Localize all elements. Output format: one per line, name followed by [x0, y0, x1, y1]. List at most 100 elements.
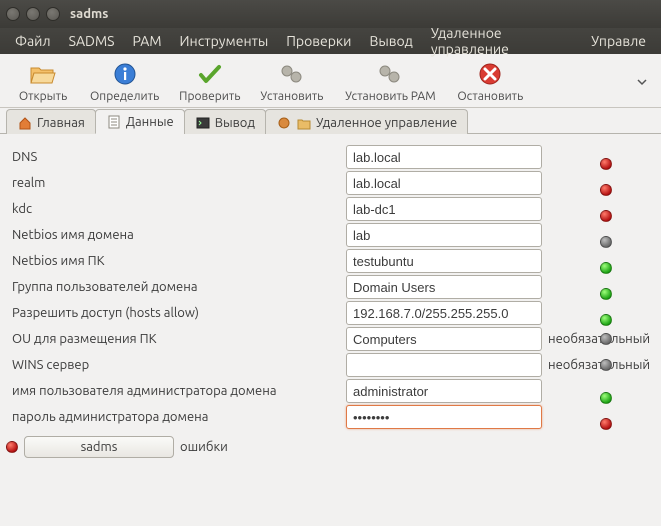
document-icon [106, 114, 122, 130]
form-row: WINS сервер необязательный [10, 352, 651, 378]
close-window-button[interactable] [6, 7, 20, 21]
form-input-wrap [346, 223, 542, 247]
form-input-wrap [346, 301, 542, 325]
maximize-window-button[interactable] [46, 7, 60, 21]
gears-icon [377, 60, 403, 88]
tabstrip: Главная Данные Вывод Удаленное управлени… [0, 108, 661, 134]
check-button[interactable]: Проверить [171, 58, 248, 105]
minimize-window-button[interactable] [26, 7, 40, 21]
form-label: OU для размещения ПК [10, 332, 346, 346]
install-label: Установить [260, 90, 323, 103]
text-input[interactable] [346, 171, 542, 195]
stop-label: Остановить [457, 90, 523, 103]
window-buttons [6, 7, 60, 21]
text-input[interactable] [346, 327, 542, 351]
tab-output-label: Вывод [215, 116, 255, 130]
form-input-wrap [346, 353, 542, 377]
menu-file[interactable]: Файл [6, 30, 60, 52]
statusbar: sadms ошибки [0, 434, 661, 462]
form-row: Группа пользователей домена [10, 274, 651, 300]
status-led-icon [600, 392, 612, 404]
toolbar-overflow[interactable] [631, 77, 653, 87]
tab-remote-label: Удаленное управление [316, 116, 457, 130]
menu-pam[interactable]: PAM [123, 30, 170, 52]
stop-button[interactable]: Остановить [449, 58, 531, 105]
terminal-icon [195, 115, 211, 131]
tab-home[interactable]: Главная [6, 109, 96, 134]
status-led-icon [600, 359, 612, 371]
form-row: OU для размещения ПК необязательный [10, 326, 651, 352]
text-input[interactable] [346, 379, 542, 403]
text-input[interactable] [346, 197, 542, 221]
info-icon [113, 60, 137, 88]
form-input-wrap [346, 145, 542, 169]
form-label: WINS сервер [10, 358, 346, 372]
form-input-wrap [346, 197, 542, 221]
tab-data-label: Данные [126, 115, 174, 129]
form-row: пароль администратора домена [10, 404, 651, 430]
install-button[interactable]: Установить [252, 58, 331, 105]
form-label: realm [10, 176, 346, 190]
tab-output[interactable]: Вывод [184, 109, 266, 134]
form-row: Разрешить доступ (hosts allow) [10, 300, 651, 326]
form-row: Netbios имя домена [10, 222, 651, 248]
form-row: имя пользователя администратора домена [10, 378, 651, 404]
stop-icon [478, 60, 502, 88]
form-label: DNS [10, 150, 346, 164]
check-icon [198, 60, 222, 88]
status-led-icon [600, 158, 612, 170]
text-input[interactable] [346, 405, 542, 429]
form-label: kdc [10, 202, 346, 216]
form-input-wrap [346, 275, 542, 299]
form-input-wrap [346, 327, 542, 351]
text-input[interactable] [346, 353, 542, 377]
status-led-icon [600, 418, 612, 430]
form-input-wrap [346, 171, 542, 195]
chevron-down-icon [637, 77, 647, 87]
form-input-wrap [346, 249, 542, 273]
window-title: sadms [70, 7, 108, 21]
status-led-icon [600, 262, 612, 274]
status-sadms-button[interactable]: sadms [24, 436, 174, 458]
menu-remote[interactable]: Удаленное управление [422, 22, 582, 60]
form-panel: DNS realm kdc Netbios имя доменаNetbios имя… [0, 134, 661, 434]
detect-label: Определить [90, 90, 159, 103]
text-input[interactable] [346, 301, 542, 325]
tab-remote[interactable]: Удаленное управление [265, 109, 468, 134]
open-button[interactable]: Открыть [8, 58, 78, 105]
form-note: необязательный [542, 358, 651, 372]
home-icon [17, 115, 33, 131]
menu-manage[interactable]: Управле [582, 30, 655, 52]
menu-checks[interactable]: Проверки [277, 30, 360, 52]
status-led-icon [600, 288, 612, 300]
folder-open-icon [30, 60, 56, 88]
open-label: Открыть [19, 90, 67, 103]
install-pam-button[interactable]: Установить PAM [335, 58, 445, 105]
form-label: имя пользователя администратора домена [10, 384, 346, 398]
status-led-icon [600, 333, 612, 345]
form-row: kdc [10, 196, 651, 222]
status-led-icon [600, 236, 612, 248]
menu-tools[interactable]: Инструменты [171, 30, 278, 52]
menu-output[interactable]: Вывод [360, 30, 421, 52]
form-label: Разрешить доступ (hosts allow) [10, 306, 346, 320]
check-label: Проверить [179, 90, 240, 103]
text-input[interactable] [346, 275, 542, 299]
folder-icon [296, 115, 312, 131]
text-input[interactable] [346, 223, 542, 247]
text-input[interactable] [346, 145, 542, 169]
gears-icon [279, 60, 305, 88]
tab-data[interactable]: Данные [95, 109, 185, 134]
menu-sadms[interactable]: SADMS [60, 30, 124, 52]
form-row: Netbios имя ПК [10, 248, 651, 274]
tab-home-label: Главная [37, 116, 85, 130]
toolbar: Открыть Определить Проверить Установить … [0, 54, 661, 108]
form-note: необязательный [542, 332, 651, 346]
form-label: пароль администратора домена [10, 410, 346, 424]
form-label: Группа пользователей домена [10, 280, 346, 294]
text-input[interactable] [346, 249, 542, 273]
status-led-icon [600, 314, 612, 326]
status-led-icon [600, 210, 612, 222]
menubar: Файл SADMS PAM Инструменты Проверки Выво… [0, 28, 661, 54]
detect-button[interactable]: Определить [82, 58, 167, 105]
